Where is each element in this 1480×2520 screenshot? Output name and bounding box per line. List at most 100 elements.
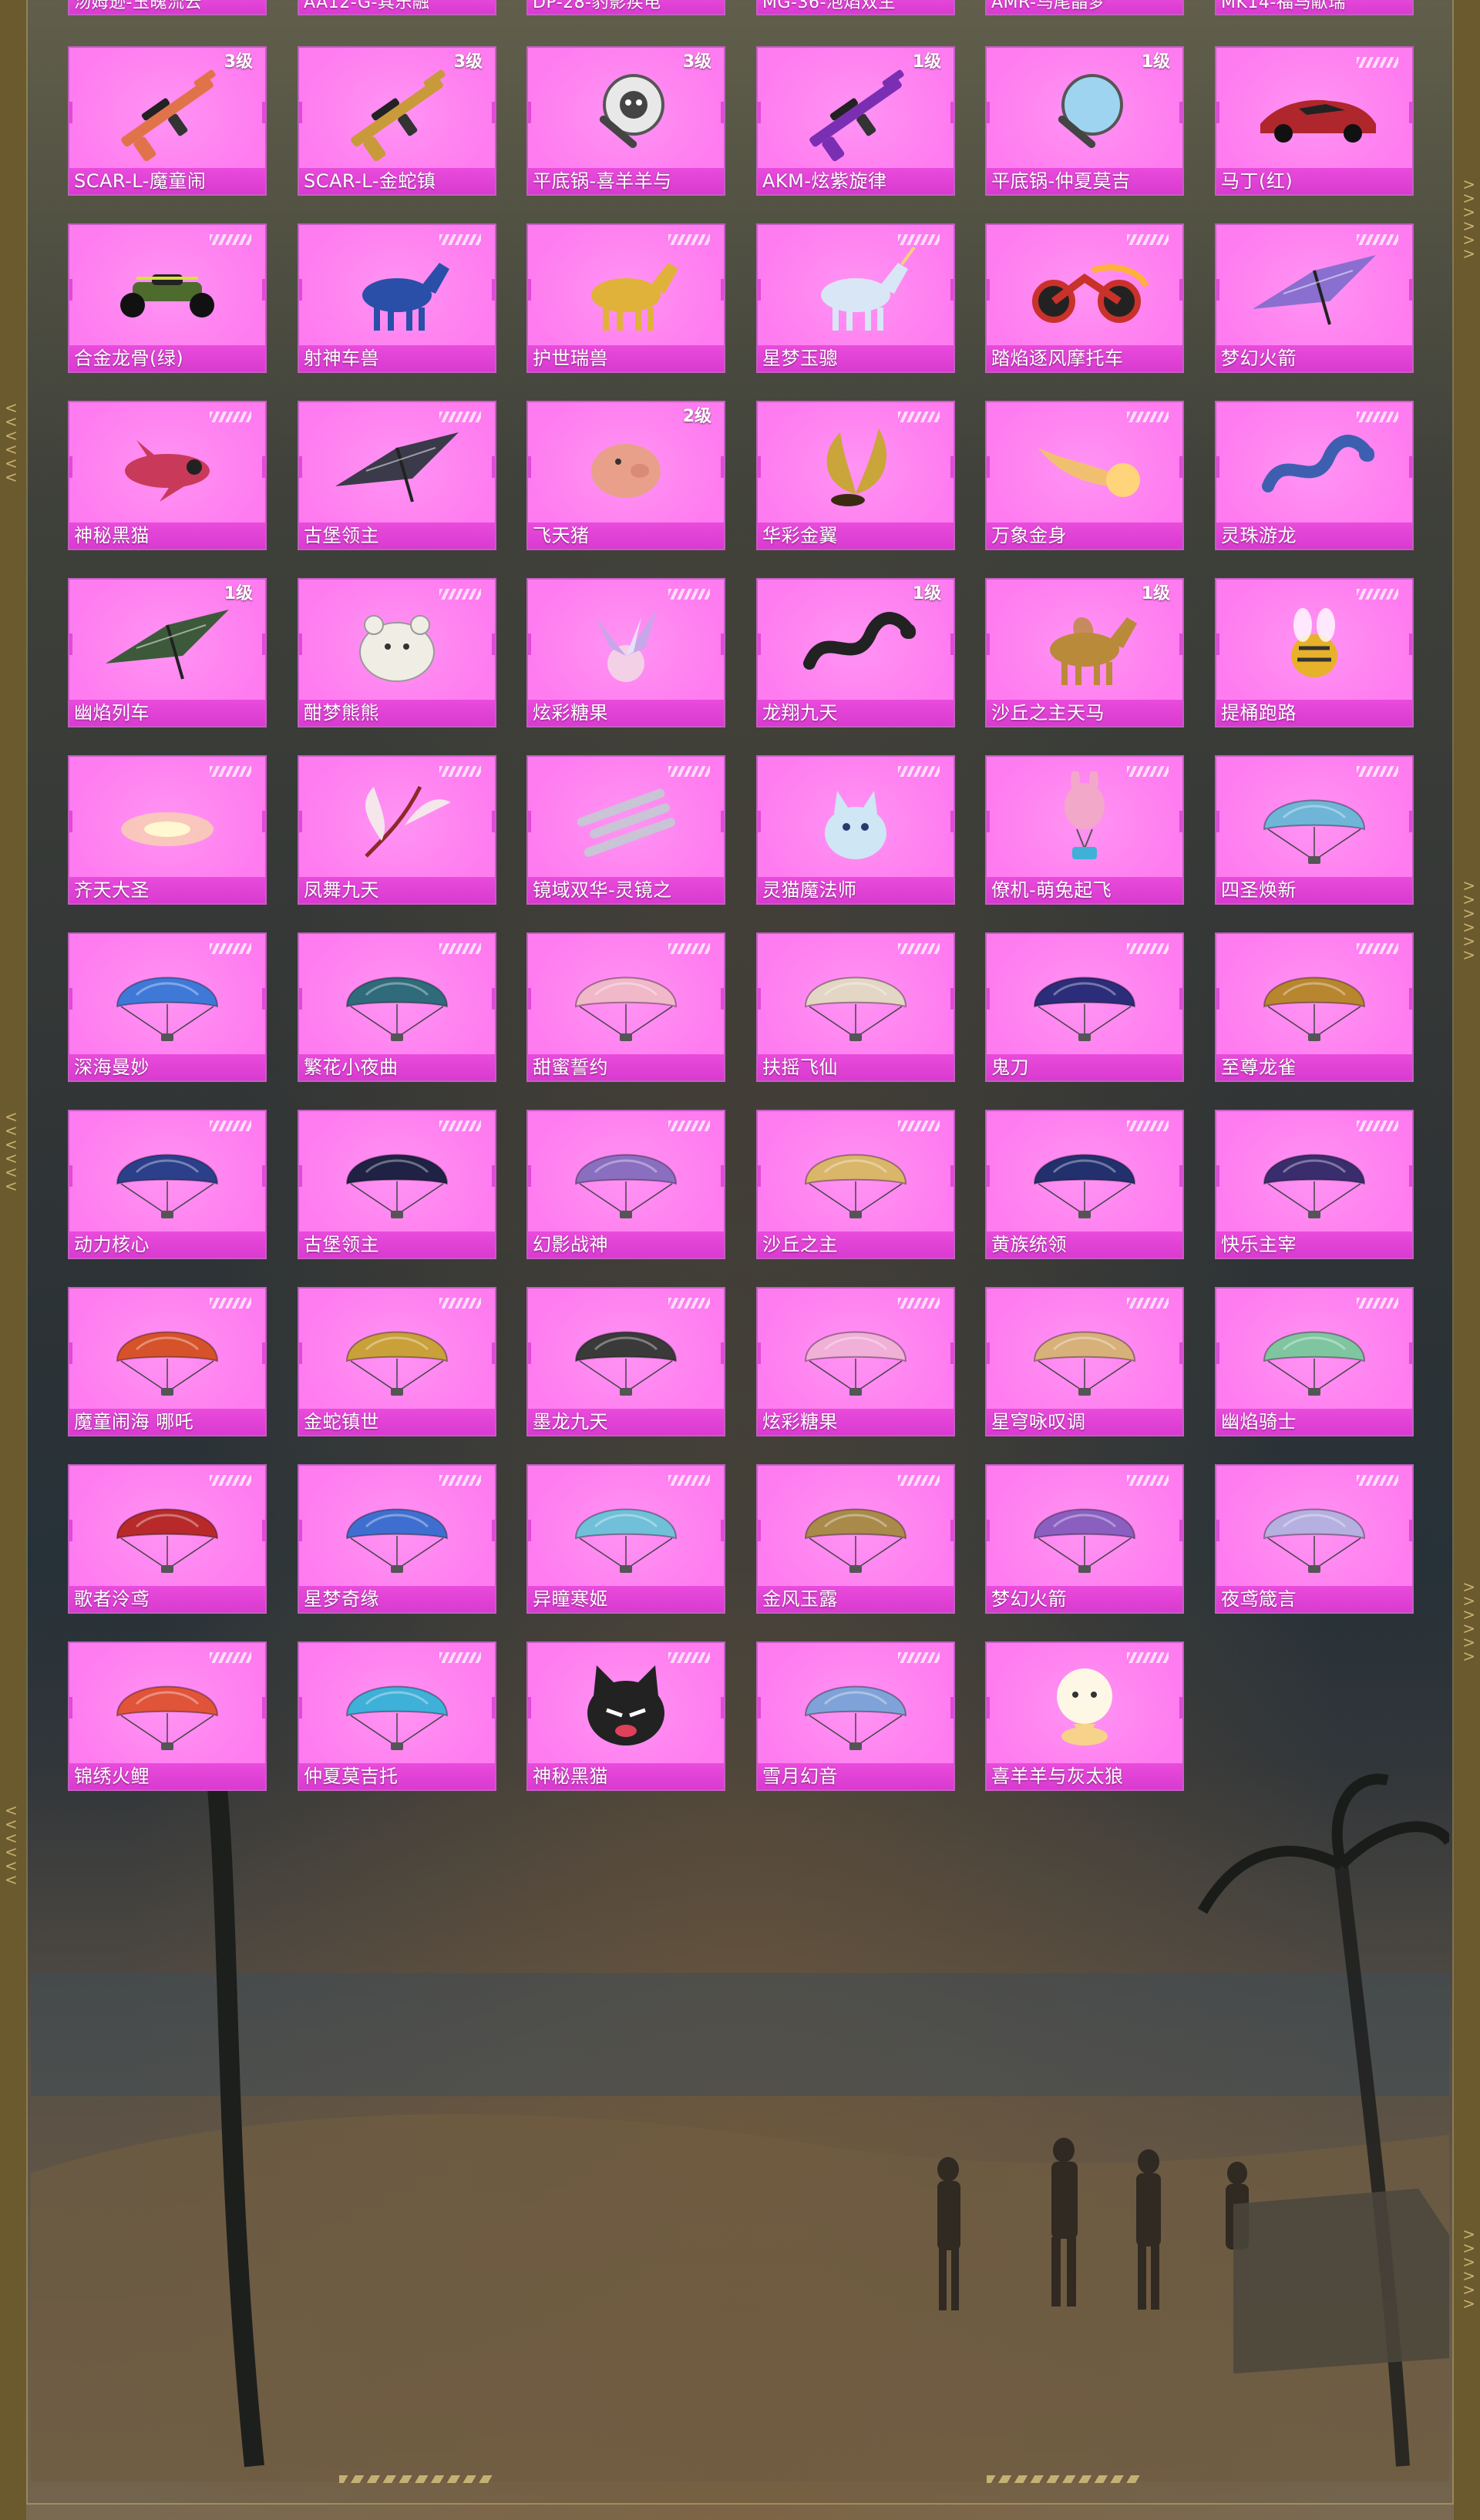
item-name: 喜羊羊与灰太狼 (987, 1763, 1182, 1789)
item-card[interactable]: 金风玉露 (756, 1464, 955, 1614)
item-name: 扶摇飞仙 (758, 1054, 954, 1080)
item-name: 雪月幻音 (758, 1763, 954, 1789)
item-card[interactable]: 动力核心 (68, 1110, 267, 1259)
cat-face-icon (528, 1654, 724, 1762)
item-card[interactable]: 幻影战神 (526, 1110, 725, 1259)
item-card[interactable]: 酣梦熊熊 (298, 578, 496, 727)
item-card[interactable]: 锦绣火鲤 (68, 1641, 267, 1791)
item-name: 夜鸢箴言 (1216, 1586, 1412, 1612)
item-card[interactable]: 华彩金翼 (756, 401, 955, 550)
parachute-icon (69, 1654, 265, 1762)
item-card[interactable]: 齐天大圣 (68, 755, 267, 905)
item-name: 镜域双华-灵镜之 (528, 877, 724, 903)
item-card[interactable]: 护世瑞兽 (526, 223, 725, 373)
item-card[interactable]: MK14-福马献瑞 (1215, 0, 1414, 15)
item-name: DP-28-豹影疾电 (528, 0, 724, 14)
sports-car-icon (1216, 59, 1412, 166)
beast-mount-icon (299, 236, 495, 344)
item-card[interactable]: 凤舞九天 (298, 755, 496, 905)
parachute-icon (987, 1477, 1182, 1584)
dragon-icon (1216, 413, 1412, 521)
item-card[interactable]: 2级 飞天猪 (526, 401, 725, 550)
item-card[interactable]: 墨龙九天 (526, 1287, 725, 1436)
item-card[interactable]: DP-28-豹影疾电 (526, 0, 725, 15)
item-card[interactable]: 3级 SCAR-L-金蛇镇 (298, 46, 496, 196)
item-name: 合金龙骨(绿) (69, 345, 265, 371)
item-card[interactable]: 鬼刀 (985, 932, 1184, 1082)
item-card[interactable]: 马丁(红) (1215, 46, 1414, 196)
motorcycle-icon (987, 236, 1182, 344)
item-card[interactable]: 繁花小夜曲 (298, 932, 496, 1082)
parachute-icon (758, 1477, 954, 1584)
item-card[interactable]: AMR-鸟尾晶梦 (985, 0, 1184, 15)
parachute-icon (69, 945, 265, 1053)
item-card[interactable]: 1级 平底锅-仲夏莫吉 (985, 46, 1184, 196)
item-card[interactable]: 1级 沙丘之主天马 (985, 578, 1184, 727)
item-card[interactable]: 雪月幻音 (756, 1641, 955, 1791)
item-name: 仲夏莫吉托 (299, 1763, 495, 1789)
item-card[interactable]: 灵猫魔法师 (756, 755, 955, 905)
bottom-decor (339, 2475, 1141, 2485)
crystal-icon (528, 768, 724, 875)
item-card[interactable]: 古堡领主 (298, 401, 496, 550)
item-card[interactable]: 夜鸢箴言 (1215, 1464, 1414, 1614)
item-card[interactable]: 提桶跑路 (1215, 578, 1414, 727)
item-card[interactable]: 古堡领主 (298, 1110, 496, 1259)
item-card[interactable]: 快乐主宰 (1215, 1110, 1414, 1259)
item-name: AA12-G-其乐融 (299, 0, 495, 14)
item-card[interactable]: 1级 AKM-炫紫旋律 (756, 46, 955, 196)
item-card[interactable]: 梦幻火箭 (985, 1464, 1184, 1614)
item-card[interactable]: 星梦玉骢 (756, 223, 955, 373)
item-card[interactable]: 歌者泠鸢 (68, 1464, 267, 1614)
item-name: AMR-鸟尾晶梦 (987, 0, 1182, 14)
pan-icon (987, 59, 1182, 166)
item-card[interactable]: 深海曼妙 (68, 932, 267, 1082)
rifle-icon (758, 59, 954, 166)
item-card[interactable]: 灵珠游龙 (1215, 401, 1414, 550)
item-card[interactable]: 僚机-萌兔起飞 (985, 755, 1184, 905)
item-card[interactable]: 镜域双华-灵镜之 (526, 755, 725, 905)
parachute-icon (299, 1654, 495, 1762)
item-card[interactable]: 万象金身 (985, 401, 1184, 550)
item-card[interactable]: 1级 龙翔九天 (756, 578, 955, 727)
item-card[interactable]: 踏焰逐风摩托车 (985, 223, 1184, 373)
item-card[interactable]: 甜蜜誓约 (526, 932, 725, 1082)
item-card[interactable]: 喜羊羊与灰太狼 (985, 1641, 1184, 1791)
item-name: 神秘黑猫 (69, 522, 265, 549)
item-card[interactable]: AA12-G-其乐融 (298, 0, 496, 15)
item-card[interactable]: 金蛇镇世 (298, 1287, 496, 1436)
item-card[interactable]: 合金龙骨(绿) (68, 223, 267, 373)
item-card[interactable]: MG-36-泡焰双生 (756, 0, 955, 15)
item-card[interactable]: 沙丘之主 (756, 1110, 955, 1259)
item-card[interactable]: 射神车兽 (298, 223, 496, 373)
parachute-icon (69, 1477, 265, 1584)
item-card[interactable]: 炫彩糖果 (526, 578, 725, 727)
item-card[interactable]: 异瞳寒姬 (526, 1464, 725, 1614)
item-card[interactable]: 3级 平底锅-喜羊羊与 (526, 46, 725, 196)
item-card[interactable]: 仲夏莫吉托 (298, 1641, 496, 1791)
item-card[interactable]: 扶摇飞仙 (756, 932, 955, 1082)
item-name: 提桶跑路 (1216, 700, 1412, 726)
item-card[interactable]: 1级 幽焰列车 (68, 578, 267, 727)
item-card[interactable]: 3级 SCAR-L-魔童闹 (68, 46, 267, 196)
item-card[interactable]: 四圣焕新 (1215, 755, 1414, 905)
item-name: 万象金身 (987, 522, 1182, 549)
item-card[interactable]: 神秘黑猫 (68, 401, 267, 550)
item-card[interactable]: 汤姆逊-玉魄流云 (68, 0, 267, 15)
item-card[interactable]: 幽焰骑士 (1215, 1287, 1414, 1436)
item-card[interactable]: 星穹咏叹调 (985, 1287, 1184, 1436)
item-name: 鬼刀 (987, 1054, 1182, 1080)
item-name: 歌者泠鸢 (69, 1586, 265, 1612)
parachute-icon (299, 1122, 495, 1230)
item-name: 金风玉露 (758, 1586, 954, 1612)
item-card[interactable]: 魔童闹海 哪吒 (68, 1287, 267, 1436)
item-name: 金蛇镇世 (299, 1409, 495, 1435)
item-card[interactable]: 神秘黑猫 (526, 1641, 725, 1791)
item-card[interactable]: 梦幻火箭 (1215, 223, 1414, 373)
item-card[interactable]: 黄族统领 (985, 1110, 1184, 1259)
item-card[interactable]: 星梦奇缘 (298, 1464, 496, 1614)
item-card[interactable]: 炫彩糖果 (756, 1287, 955, 1436)
item-name: 锦绣火鲤 (69, 1763, 265, 1789)
item-card[interactable]: 至尊龙雀 (1215, 932, 1414, 1082)
pan-sheep-icon (528, 59, 724, 166)
